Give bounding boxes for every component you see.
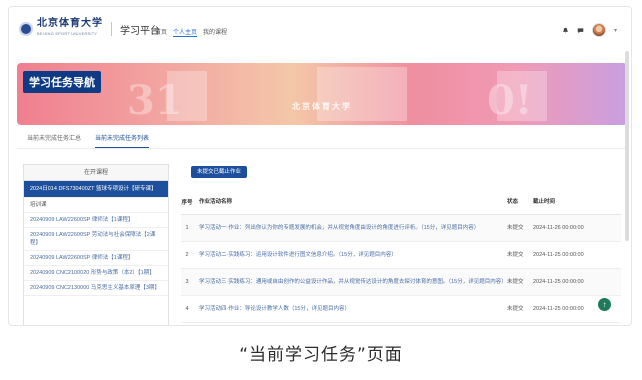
nav-my-courses[interactable]: 我的课程 bbox=[203, 27, 227, 37]
logo-text: 北京体育大学 bbox=[37, 18, 103, 29]
hero-banner: 31 0! 学习任务导航 北京体育大学 bbox=[17, 63, 627, 125]
nav-profile[interactable]: 个人主页 bbox=[173, 27, 198, 37]
figure-caption: “当前学习任务”页面 bbox=[239, 345, 403, 365]
message-icon[interactable] bbox=[577, 27, 584, 34]
col-name: 作业活动名称 bbox=[199, 198, 233, 205]
top-header: 北京体育大学 BEIJING SPORT UNIVERSITY 学习平台 首页 … bbox=[9, 7, 631, 47]
row-due: 2024-11-26 00:00:00 bbox=[533, 225, 584, 231]
sidebar-item-course[interactable]: 2024日014 DFS730400ZT 篮球专项设计【研专课】 bbox=[24, 181, 168, 198]
row-no: 3 bbox=[185, 279, 189, 285]
logo-subtext: BEIJING SPORT UNIVERSITY bbox=[37, 31, 98, 36]
bell-icon[interactable] bbox=[562, 27, 569, 34]
main-nav: 首页 个人主页 我的课程 bbox=[155, 27, 227, 37]
row-no: 4 bbox=[185, 306, 189, 312]
sidebar-header: 在开课程 bbox=[24, 165, 168, 181]
row-due: 2024-11-25 00:00:00 bbox=[533, 252, 584, 258]
sidebar-item-course[interactable]: 培训课 bbox=[24, 198, 168, 213]
row-task-name[interactable]: 学习活动一·作业：列出你认为你的专题发展的机会，并从视觉角度由设计的角度进行评析… bbox=[193, 224, 507, 232]
table-row[interactable]: 4 学习活动四·作业：导论设计教学人数（15分，详见题目内容） 未提交 2024-11… bbox=[181, 296, 621, 323]
row-task-name[interactable]: 学习活动四·作业：导论设计教学人数（15分，详见题目内容） bbox=[193, 305, 507, 313]
browser-window: 北京体育大学 BEIJING SPORT UNIVERSITY 学习平台 首页 … bbox=[8, 6, 632, 326]
row-task-name[interactable]: 学习活动三·实践练习：通用或自由创作的公益设计作品，并从视觉传达设计的角度去探讨… bbox=[193, 278, 507, 286]
table-row[interactable]: 2 学习活动二·实践练习：运用设计软件进行图文信息介绍。（15分，详见题目内容）未… bbox=[181, 242, 621, 269]
platform-title: 学习平台 bbox=[120, 25, 160, 37]
row-no: 2 bbox=[185, 252, 189, 258]
tab-list[interactable]: 当前未完成任务列表 bbox=[95, 131, 150, 149]
row-status: 未提交 bbox=[507, 279, 524, 285]
chevron-down-icon[interactable]: ▾ bbox=[614, 27, 617, 34]
row-due: 2024-11-25 00:00:00 bbox=[533, 279, 584, 285]
row-status: 未提交 bbox=[507, 252, 524, 258]
row-status: 未提交 bbox=[507, 225, 524, 231]
col-due: 截止时间 bbox=[533, 198, 556, 205]
sidebar-item-course[interactable]: 20240909 CNC2130000 马克思主义基本原理【3期】 bbox=[24, 281, 168, 296]
user-avatar[interactable] bbox=[591, 23, 606, 37]
header-actions: ▾ bbox=[562, 23, 617, 37]
tabs-divider bbox=[17, 148, 627, 149]
floating-action-button[interactable]: ↑ bbox=[598, 298, 611, 311]
course-sidebar: 在开课程 2024日014 DFS730400ZT 篮球专项设计【研专课】 培训… bbox=[23, 164, 169, 325]
university-logo[interactable]: 北京体育大学 BEIJING SPORT UNIVERSITY 学习平台 bbox=[19, 19, 160, 39]
university-emblem-icon bbox=[19, 22, 33, 36]
row-no: 1 bbox=[185, 225, 189, 231]
sidebar-item-course[interactable]: 20240909 LAW22600SP 劳动法与社会保障法【2课程】 bbox=[24, 228, 168, 251]
task-tabs: 当前未完成任务汇总 当前未完成任务列表 bbox=[27, 131, 150, 149]
sidebar-item-course[interactable]: 20240909 CNC2100020 形势与政策（本2）【1期】 bbox=[24, 266, 168, 281]
col-status: 状态 bbox=[507, 198, 519, 205]
row-status: 未提交 bbox=[507, 306, 524, 312]
table-body: 1 学习活动一·作业：列出你认为你的专题发展的机会，并从视觉角度由设计的角度进行评… bbox=[181, 215, 621, 323]
tab-summary[interactable]: 当前未完成任务汇总 bbox=[27, 131, 81, 149]
logo-divider bbox=[111, 22, 112, 36]
nav-home[interactable]: 首页 bbox=[155, 27, 167, 37]
banner-title: 学习任务导航 bbox=[23, 71, 101, 93]
table-row[interactable]: 3 学习活动三·实践练习：通用或自由创作的公益设计作品，并从视觉传达设计的角度去探… bbox=[181, 269, 621, 296]
sidebar-item-course[interactable]: 20240909 LAW22600SP 律师法【1课程】 bbox=[24, 213, 168, 228]
scrollbar[interactable] bbox=[625, 51, 629, 241]
row-task-name[interactable]: 学习活动二·实践练习：运用设计软件进行图文信息介绍。（15分，详见题目内容） bbox=[193, 251, 507, 259]
col-no: 序号 bbox=[181, 199, 193, 206]
table-row[interactable]: 1 学习活动一·作业：列出你认为你的专题发展的机会，并从视觉角度由设计的角度进行评… bbox=[181, 215, 621, 242]
banner-watermark-text: 北京体育大学 bbox=[292, 101, 352, 111]
sidebar-item-course[interactable]: 20240909 LAW22600SP 律师法【1课程】 bbox=[24, 251, 168, 266]
overdue-filter-button[interactable]: 未提交已截止作业 bbox=[191, 166, 248, 178]
task-table: 序号 作业活动名称 状态 截止时间 1 学习活动一·作业：列出你认为你的专题发展的… bbox=[181, 189, 621, 323]
table-header: 序号 作业活动名称 状态 截止时间 bbox=[181, 189, 621, 215]
